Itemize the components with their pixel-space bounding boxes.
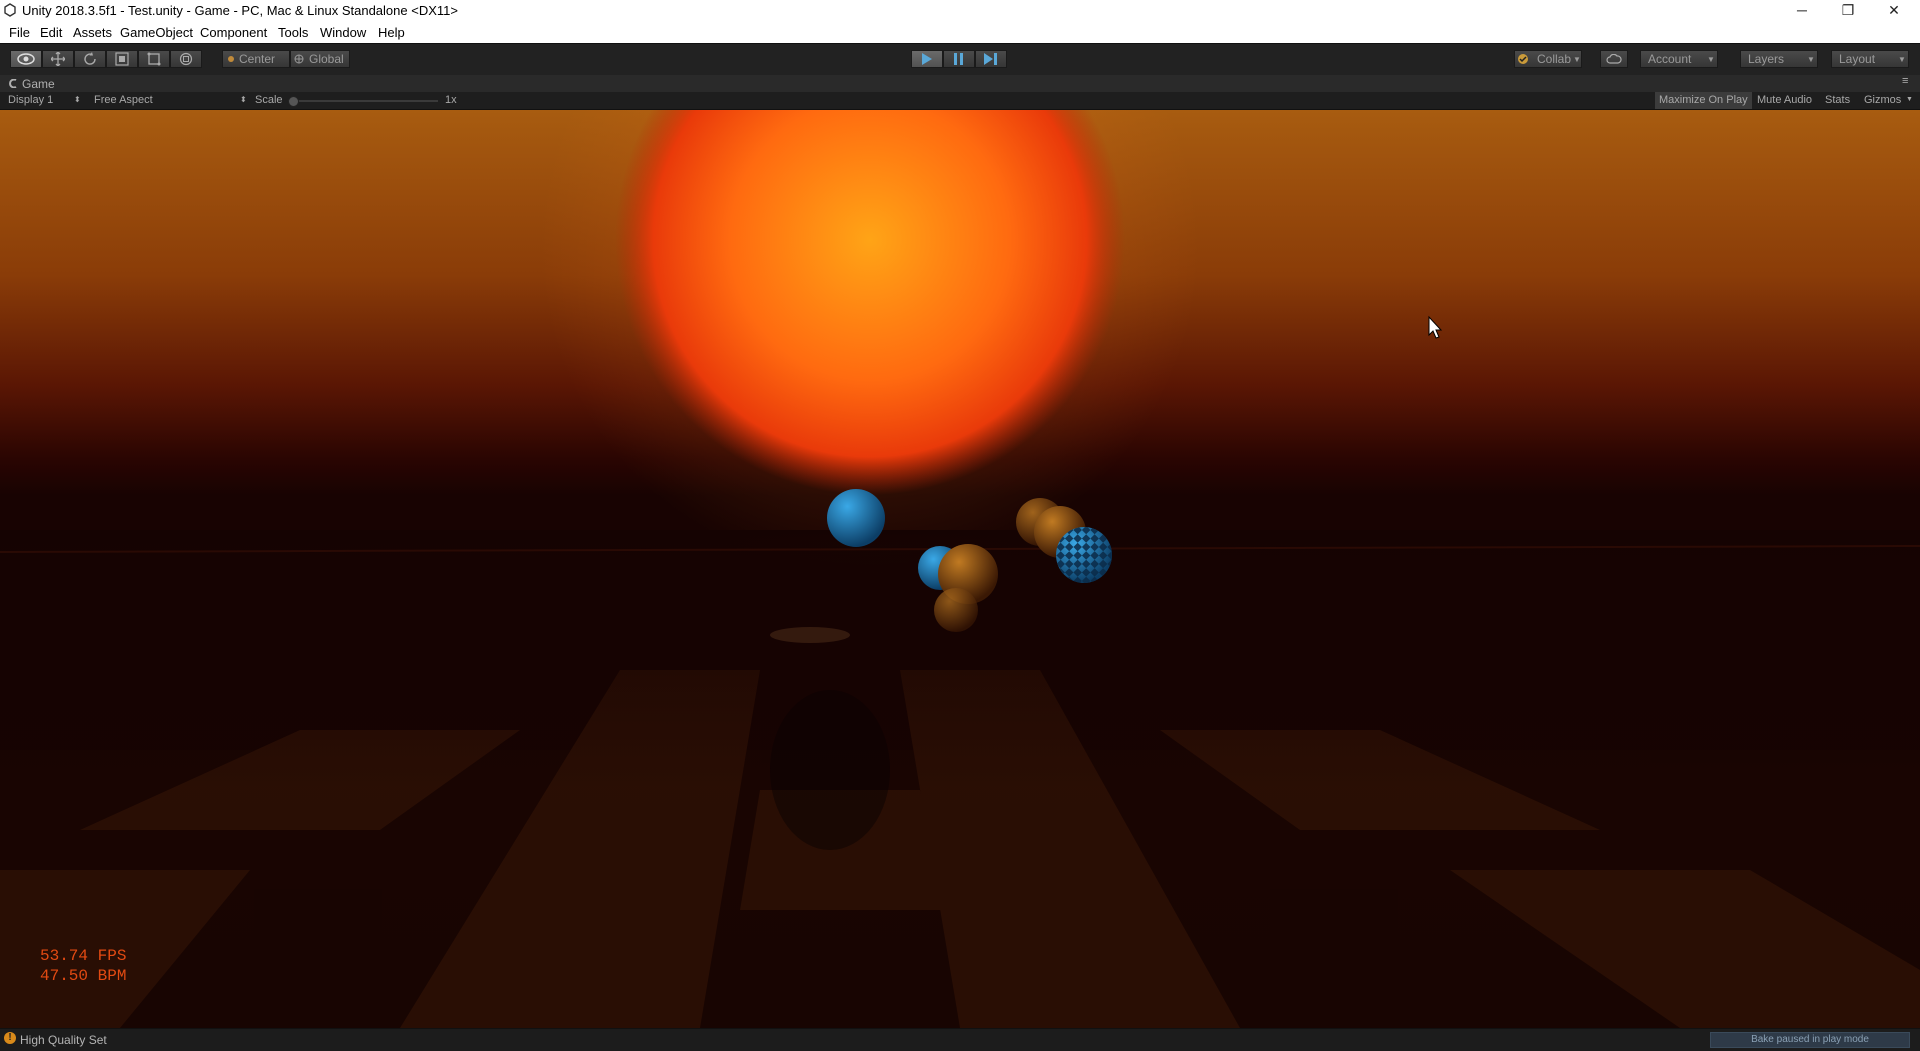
aspect-chevron-icon: ⬍: [240, 95, 247, 104]
space-global-toggle[interactable]: Global: [290, 50, 350, 68]
close-button[interactable]: ✕: [1871, 0, 1917, 22]
cloud-button[interactable]: [1600, 50, 1628, 68]
rect-transform-icon: [147, 52, 161, 66]
move-tool-button[interactable]: [42, 50, 74, 68]
move-arrows-icon: [51, 52, 65, 66]
display-dropdown[interactable]: Display 1: [8, 94, 53, 106]
status-bar: ! High Quality Set Bake paused in play m…: [0, 1028, 1920, 1051]
account-label: Account: [1648, 52, 1692, 66]
scale-icon: [115, 52, 129, 66]
layers-label: Layers: [1748, 52, 1785, 66]
pivot-center-toggle[interactable]: Center: [222, 50, 290, 68]
stats-toggle[interactable]: Stats: [1825, 94, 1850, 106]
step-button[interactable]: [975, 50, 1007, 68]
aspect-dropdown[interactable]: Free Aspect: [94, 94, 153, 106]
layout-label: Layout: [1839, 52, 1876, 66]
collab-label: Collab: [1537, 52, 1572, 66]
menu-bar: File Edit Assets GameObject Component To…: [0, 22, 1920, 43]
eye-icon: [17, 53, 35, 65]
unity-logo-icon: [4, 3, 16, 17]
game-tab-bar: Game ≡: [0, 75, 1920, 92]
main-toolbar: Center Global Collab ▼ Account ▼ Layers …: [0, 43, 1920, 75]
game-viewport[interactable]: 53.74 FPS 47.50 BPM: [0, 110, 1920, 1028]
rotate-tool-button[interactable]: [74, 50, 106, 68]
menu-window[interactable]: Window: [320, 25, 366, 40]
mute-audio-toggle[interactable]: Mute Audio: [1757, 94, 1812, 106]
globe-icon: [294, 54, 304, 64]
account-chevron-icon: ▼: [1707, 55, 1715, 64]
pivot-label: Center: [239, 52, 276, 66]
check-circle-icon: [1518, 54, 1528, 64]
menu-help[interactable]: Help: [378, 25, 405, 40]
info-icon: !: [4, 1032, 16, 1044]
game-scene: [0, 110, 1920, 1028]
pivot-icon: [228, 56, 234, 62]
layers-dropdown[interactable]: Layers ▼: [1740, 50, 1818, 68]
layout-dropdown[interactable]: Layout ▼: [1831, 50, 1909, 68]
collab-chevron-icon: ▼: [1573, 55, 1581, 64]
menu-file[interactable]: File: [9, 25, 30, 40]
view-tool-button[interactable]: [10, 50, 42, 68]
tab-game[interactable]: Game: [22, 77, 55, 91]
menu-gameobject[interactable]: GameObject: [120, 25, 193, 40]
menu-assets[interactable]: Assets: [73, 25, 112, 40]
gizmos-toggle[interactable]: Gizmos: [1864, 94, 1901, 106]
layout-chevron-icon: ▼: [1898, 55, 1906, 64]
gizmos-chevron-icon: ▼: [1906, 96, 1913, 103]
minimize-button[interactable]: ─: [1779, 0, 1825, 22]
pause-icon: [954, 53, 963, 65]
step-icon: [984, 53, 997, 65]
tab-menu-icon[interactable]: ≡: [1902, 75, 1908, 87]
account-dropdown[interactable]: Account ▼: [1640, 50, 1718, 68]
collab-dropdown[interactable]: Collab ▼: [1514, 50, 1582, 68]
window-title: Unity 2018.3.5f1 - Test.unity - Game - P…: [22, 3, 458, 18]
play-button[interactable]: [911, 50, 943, 68]
menu-tools[interactable]: Tools: [278, 25, 308, 40]
game-controller-icon: [9, 79, 17, 88]
cloud-icon: [1606, 54, 1622, 64]
space-label: Global: [309, 52, 344, 66]
bake-status: Bake paused in play mode: [1710, 1032, 1910, 1048]
layers-chevron-icon: ▼: [1807, 55, 1815, 64]
title-bar: Unity 2018.3.5f1 - Test.unity - Game - P…: [0, 0, 1920, 22]
display-chevron-icon: ⬍: [74, 95, 81, 104]
scale-slider[interactable]: [288, 96, 438, 107]
play-icon: [922, 53, 932, 65]
scale-tool-button[interactable]: [106, 50, 138, 68]
maximize-on-play-toggle[interactable]: Maximize On Play: [1655, 92, 1752, 109]
rotate-icon: [84, 52, 96, 65]
pause-button[interactable]: [943, 50, 975, 68]
fps-readout: 53.74 FPS: [40, 947, 127, 965]
combined-transform-icon: [179, 52, 193, 66]
rect-tool-button[interactable]: [138, 50, 170, 68]
status-message[interactable]: High Quality Set: [20, 1033, 107, 1047]
menu-component[interactable]: Component: [200, 25, 267, 40]
game-view-toolbar: Display 1 ⬍ Free Aspect ⬍ Scale 1x Maxim…: [0, 92, 1920, 110]
menu-edit[interactable]: Edit: [40, 25, 62, 40]
scale-value: 1x: [445, 94, 457, 106]
scale-label: Scale: [255, 94, 283, 106]
scale-slider-thumb[interactable]: [288, 96, 299, 107]
restore-button[interactable]: ❐: [1825, 0, 1871, 22]
bpm-readout: 47.50 BPM: [40, 967, 127, 985]
transform-tool-button[interactable]: [170, 50, 202, 68]
